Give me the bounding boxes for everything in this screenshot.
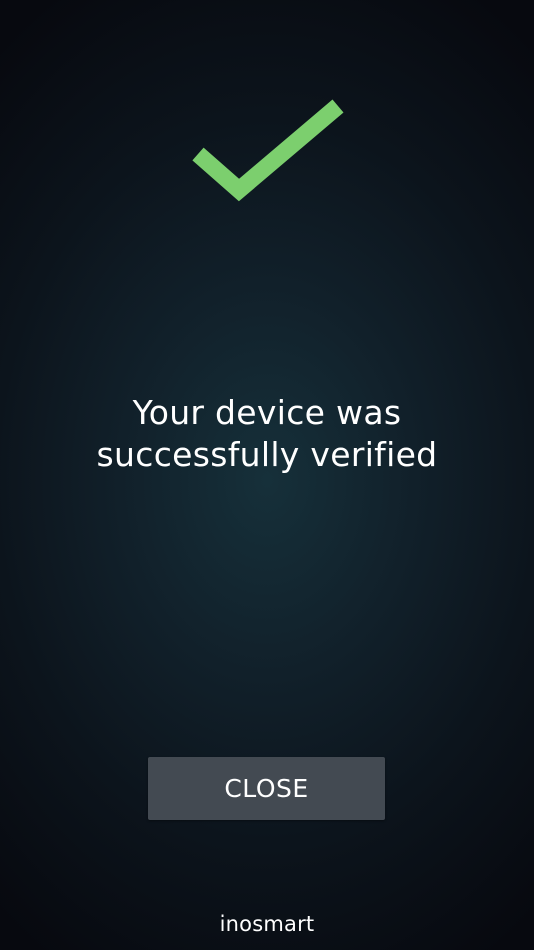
success-message: Your device was successfully verified (0, 392, 534, 476)
success-message-line-1: Your device was (132, 393, 402, 432)
close-button[interactable]: CLOSE (148, 757, 385, 820)
brand-logo: inosmart (219, 912, 315, 936)
success-message-line-2: successfully verified (96, 435, 438, 474)
checkmark-icon (192, 99, 344, 202)
checkmark-stroke (192, 99, 344, 202)
verification-success-screen: Your device was successfully verified CL… (0, 0, 534, 950)
